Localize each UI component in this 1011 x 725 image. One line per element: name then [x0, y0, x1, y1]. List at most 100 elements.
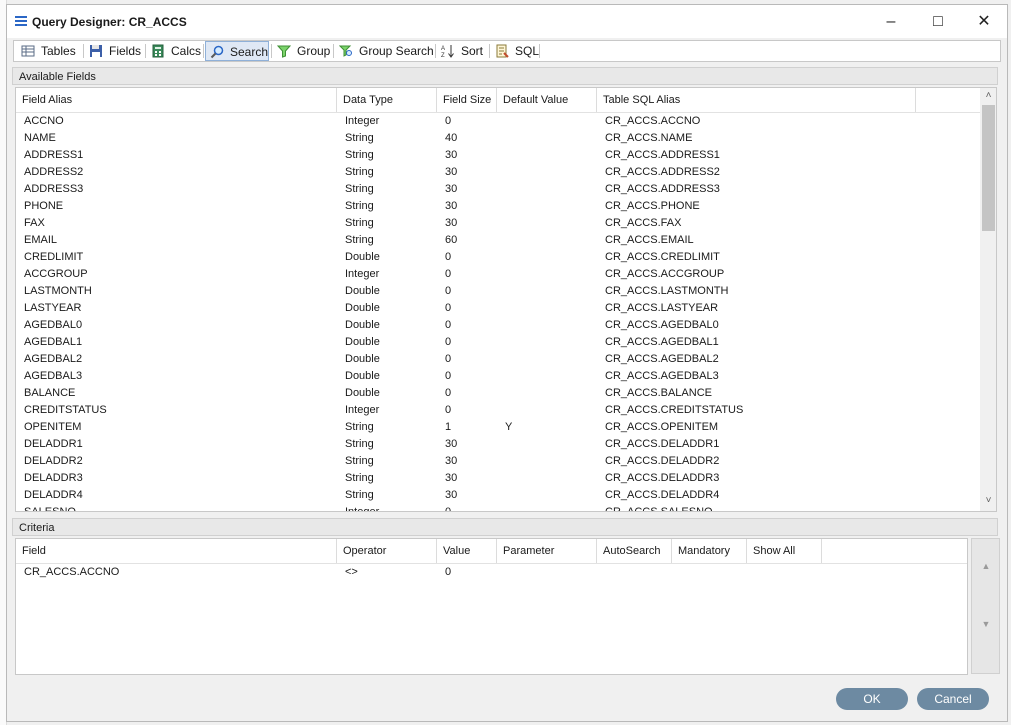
- data-type-cell: Double: [345, 319, 380, 331]
- column-header-data-type[interactable]: Data Type: [337, 88, 437, 112]
- table-row[interactable]: AGEDBAL1 Double 0 CR_ACCS.AGEDBAL1: [16, 334, 980, 351]
- field-size-cell: 30: [445, 200, 458, 212]
- column-header-table-sql-alias[interactable]: Table SQL Alias: [597, 88, 916, 112]
- field-alias-cell: CREDLIMIT: [24, 251, 84, 263]
- table-sql-alias-cell: CR_ACCS.NAME: [605, 132, 693, 144]
- tab-search[interactable]: Search: [205, 41, 269, 61]
- table-row[interactable]: ADDRESS3 String 30 CR_ACCS.ADDRESS3: [16, 181, 980, 198]
- move-up-arrow-icon[interactable]: ▲: [979, 559, 993, 573]
- table-row[interactable]: PHONE String 30 CR_ACCS.PHONE: [16, 198, 980, 215]
- column-header-field[interactable]: Field: [16, 539, 337, 563]
- field-size-cell: 0: [445, 319, 452, 331]
- table-row[interactable]: BALANCE Double 0 CR_ACCS.BALANCE: [16, 385, 980, 402]
- table-row[interactable]: ADDRESS2 String 30 CR_ACCS.ADDRESS2: [16, 164, 980, 181]
- scroll-thumb[interactable]: [982, 105, 995, 231]
- tab-sort[interactable]: AZ Sort: [437, 41, 487, 61]
- column-header-default-value[interactable]: Default Value: [497, 88, 597, 112]
- data-type-cell: Double: [345, 251, 380, 263]
- funnel-icon: [277, 45, 291, 58]
- column-header-field-size[interactable]: Field Size: [437, 88, 497, 112]
- tab-calcs[interactable]: Calcs: [147, 41, 201, 61]
- column-header-autosearch[interactable]: AutoSearch: [597, 539, 672, 563]
- table-row[interactable]: AGEDBAL0 Double 0 CR_ACCS.AGEDBAL0: [16, 317, 980, 334]
- table-row[interactable]: SALESNO Integer 0 CR_ACCS.SALESNO: [16, 504, 980, 512]
- column-header-operator[interactable]: Operator: [337, 539, 437, 563]
- data-type-cell: String: [345, 472, 374, 484]
- table-row[interactable]: DELADDR3 String 30 CR_ACCS.DELADDR3: [16, 470, 980, 487]
- field-size-cell: 0: [445, 506, 452, 512]
- column-header-parameter[interactable]: Parameter: [497, 539, 597, 563]
- field-alias-cell: ADDRESS1: [24, 149, 84, 161]
- close-button[interactable]: ✕: [962, 9, 1006, 35]
- table-row[interactable]: FAX String 30 CR_ACCS.FAX: [16, 215, 980, 232]
- move-down-arrow-icon[interactable]: ▼: [979, 617, 993, 631]
- field-size-cell: 0: [445, 404, 452, 416]
- tab-group-search[interactable]: Group Search: [335, 41, 434, 61]
- tab-tables[interactable]: Tables: [17, 41, 81, 61]
- field-size-cell: 60: [445, 234, 458, 246]
- available-fields-scrollbar[interactable]: ˄ ˅: [980, 88, 996, 511]
- table-row[interactable]: LASTYEAR Double 0 CR_ACCS.LASTYEAR: [16, 300, 980, 317]
- maximize-button[interactable]: □: [916, 9, 960, 35]
- field-size-cell: 40: [445, 132, 458, 144]
- criteria-operator-cell[interactable]: <>: [337, 564, 437, 581]
- field-alias-cell: SALESNO: [24, 506, 76, 512]
- table-sql-alias-cell: CR_ACCS.CREDITSTATUS: [605, 404, 744, 416]
- table-row[interactable]: OPENITEM String 1 Y CR_ACCS.OPENITEM: [16, 419, 980, 436]
- default-value-cell: Y: [505, 421, 513, 433]
- scroll-down-arrow-icon[interactable]: ˅: [980, 495, 996, 506]
- tab-fields-label: Fields: [109, 44, 142, 58]
- field-size-cell: 30: [445, 489, 458, 501]
- table-row[interactable]: AGEDBAL2 Double 0 CR_ACCS.AGEDBAL2: [16, 351, 980, 368]
- column-header-show-all[interactable]: Show All: [747, 539, 822, 563]
- table-row[interactable]: CREDLIMIT Double 0 CR_ACCS.CREDLIMIT: [16, 249, 980, 266]
- field-alias-cell: AGEDBAL3: [24, 370, 83, 382]
- table-sql-alias-cell: CR_ACCS.ACCGROUP: [605, 268, 725, 280]
- table-row[interactable]: AGEDBAL3 Double 0 CR_ACCS.AGEDBAL3: [16, 368, 980, 385]
- table-row[interactable]: DELADDR4 String 30 CR_ACCS.DELADDR4: [16, 487, 980, 504]
- table-row[interactable]: NAME String 40 CR_ACCS.NAME: [16, 130, 980, 147]
- table-sql-alias-cell: CR_ACCS.ADDRESS2: [605, 166, 720, 178]
- table-row[interactable]: EMAIL String 60 CR_ACCS.EMAIL: [16, 232, 980, 249]
- table-sql-alias-cell: CR_ACCS.EMAIL: [605, 234, 694, 246]
- field-alias-cell: NAME: [24, 132, 56, 144]
- tab-fields[interactable]: Fields: [85, 41, 143, 61]
- table-row[interactable]: CREDITSTATUS Integer 0 CR_ACCS.CREDITSTATUS: [16, 402, 980, 419]
- table-row[interactable]: DELADDR2 String 30 CR_ACCS.DELADDR2: [16, 453, 980, 470]
- criteria-grid[interactable]: Field Operator Value Parameter AutoSearc…: [15, 538, 968, 675]
- column-header-field-alias[interactable]: Field Alias: [16, 88, 337, 112]
- cancel-button[interactable]: Cancel: [917, 688, 989, 710]
- table-sql-alias-cell: CR_ACCS.ADDRESS3: [605, 183, 720, 195]
- column-header-mandatory[interactable]: Mandatory: [672, 539, 747, 563]
- table-sql-alias-cell: CR_ACCS.AGEDBAL0: [605, 319, 719, 331]
- table-row[interactable]: ACCGROUP Integer 0 CR_ACCS.ACCGROUP: [16, 266, 980, 283]
- table-sql-alias-cell: CR_ACCS.CREDLIMIT: [605, 251, 720, 263]
- column-header-value[interactable]: Value: [437, 539, 497, 563]
- criteria-value-cell[interactable]: 0: [437, 564, 497, 581]
- field-size-cell: 30: [445, 149, 458, 161]
- minimize-button[interactable]: –: [869, 9, 913, 35]
- field-size-cell: 0: [445, 387, 452, 399]
- available-fields-grid[interactable]: Field Alias Data Type Field Size Default…: [15, 87, 997, 512]
- table-row[interactable]: ADDRESS1 String 30 CR_ACCS.ADDRESS1: [16, 147, 980, 164]
- field-alias-cell: ADDRESS2: [24, 166, 84, 178]
- field-alias-cell: ACCNO: [24, 115, 64, 127]
- field-alias-cell: DELADDR3: [24, 472, 83, 484]
- table-sql-alias-cell: CR_ACCS.SALESNO: [605, 506, 713, 512]
- title-bar[interactable]: Query Designer: CR_ACCS – □ ✕: [7, 5, 1007, 38]
- table-row[interactable]: ACCNO Integer 0 CR_ACCS.ACCNO: [16, 113, 980, 130]
- field-alias-cell: FAX: [24, 217, 45, 229]
- tab-sql[interactable]: SQL: [491, 41, 539, 61]
- available-fields-header: Available Fields: [12, 67, 998, 85]
- table-row[interactable]: LASTMONTH Double 0 CR_ACCS.LASTMONTH: [16, 283, 980, 300]
- tab-group[interactable]: Group: [273, 41, 331, 61]
- app-menu-icon[interactable]: [15, 16, 27, 28]
- ok-button[interactable]: OK: [836, 688, 908, 710]
- table-row[interactable]: CR_ACCS.ACCNO <> 0: [16, 564, 967, 581]
- scroll-up-arrow-icon[interactable]: ˄: [980, 90, 996, 101]
- criteria-field-cell[interactable]: CR_ACCS.ACCNO: [16, 564, 337, 581]
- criteria-header: Criteria: [12, 518, 998, 536]
- table-row[interactable]: DELADDR1 String 30 CR_ACCS.DELADDR1: [16, 436, 980, 453]
- field-size-cell: 30: [445, 166, 458, 178]
- sort-az-icon: AZ: [441, 45, 454, 58]
